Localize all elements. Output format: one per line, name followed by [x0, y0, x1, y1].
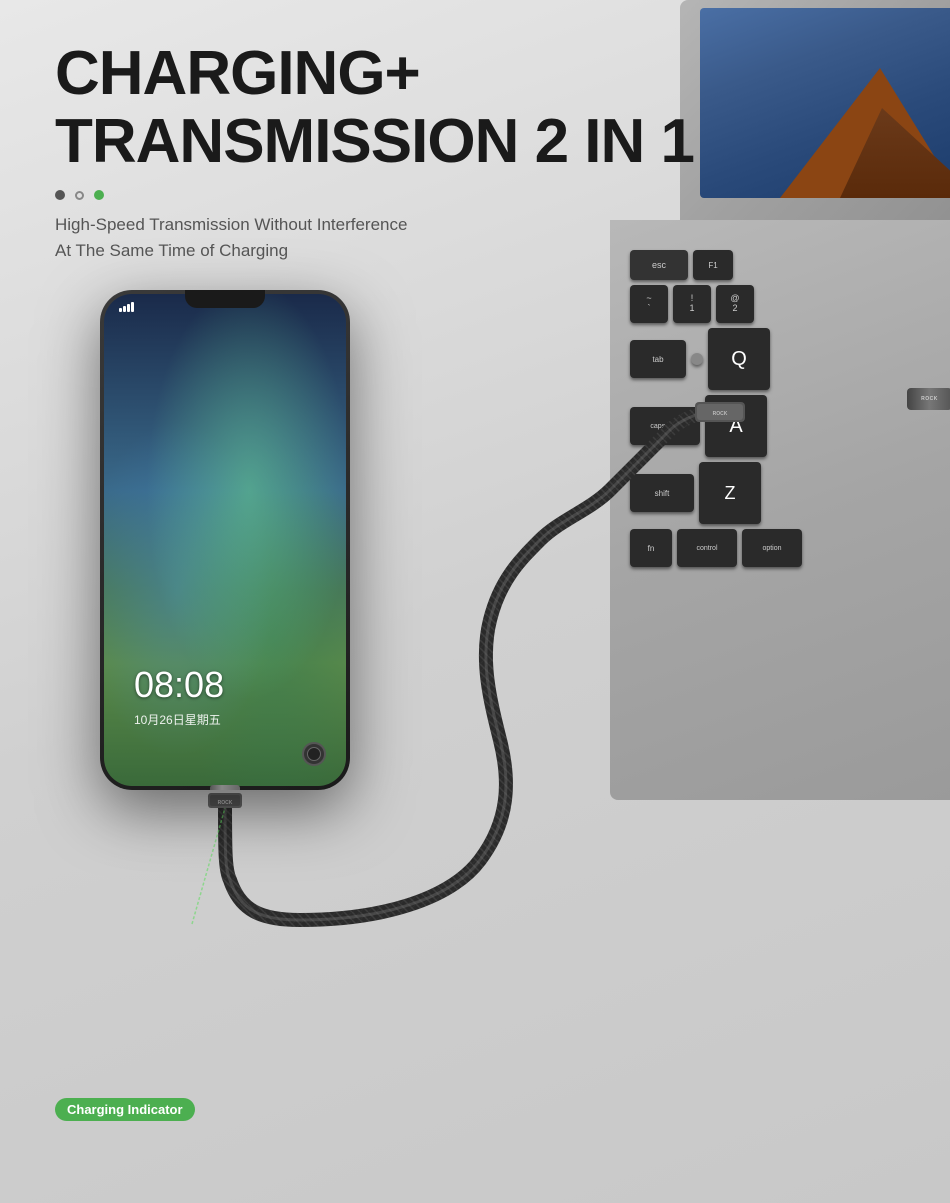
key-row-6: fn control option [630, 529, 950, 567]
laptop-keyboard-area: esc F1 ~` !1 @2 tab [610, 220, 950, 800]
page-container: CHARGING+ TRANSMISSION 2 IN 1 High-Speed… [0, 0, 950, 1203]
phone-camera-icon [302, 742, 326, 766]
title-line2: TRANSMISSION 2 IN 1 [55, 108, 694, 176]
key-q: Q [708, 328, 770, 390]
dot-2 [75, 191, 84, 200]
key-1: !1 [673, 285, 711, 323]
subtitle: High-Speed Transmission Without Interfer… [55, 212, 694, 263]
dot-3 [94, 190, 104, 200]
laptop-screen-inner [700, 8, 950, 198]
dots-row [55, 190, 694, 200]
key-control: control [677, 529, 737, 567]
signal-bar-2 [123, 306, 126, 312]
key-row-4: caps lock A [630, 395, 950, 457]
subtitle-line1: High-Speed Transmission Without Interfer… [55, 212, 694, 238]
phone-screen: 08:08 10月26日星期五 [104, 294, 346, 786]
dot-1 [55, 190, 65, 200]
phone-notch [185, 290, 265, 308]
key-dot [691, 353, 703, 365]
key-row-2: ~` !1 @2 [630, 285, 950, 323]
signal-bar-1 [119, 308, 122, 312]
charging-indicator: Charging Indicator [55, 1098, 195, 1121]
key-a: A [705, 395, 767, 457]
key-f1: F1 [693, 250, 733, 280]
key-z: Z [699, 462, 761, 524]
key-tab: tab [630, 340, 686, 378]
phone-signal-bars [119, 302, 134, 312]
phone-usb-connector: ROCK [210, 785, 240, 790]
phone-container: 08:08 10月26日星期五 ROCK [100, 290, 350, 790]
key-option: option [742, 529, 802, 567]
keyboard-keys: esc F1 ~` !1 @2 tab [630, 250, 950, 567]
key-2: @2 [716, 285, 754, 323]
key-fn: fn [630, 529, 672, 567]
connector-brand-label: ROCK [921, 396, 938, 402]
header-text-area: CHARGING+ TRANSMISSION 2 IN 1 High-Speed… [55, 40, 694, 263]
phone-body: 08:08 10月26日星期五 ROCK [100, 290, 350, 790]
key-row-3: tab Q [630, 328, 950, 390]
signal-bar-3 [127, 304, 130, 312]
main-title: CHARGING+ TRANSMISSION 2 IN 1 [55, 40, 694, 176]
signal-bar-4 [131, 302, 134, 312]
laptop-usb-connector: ROCK [907, 388, 950, 410]
key-caps-lock: caps lock [630, 407, 700, 445]
phone-date: 10月26日星期五 [134, 711, 221, 728]
phone-time: 08:08 [134, 664, 224, 706]
subtitle-line2: At The Same Time of Charging [55, 238, 694, 264]
screen-mountain [700, 58, 950, 198]
key-row-5: shift Z [630, 462, 950, 524]
title-line1: CHARGING+ [55, 40, 694, 108]
svg-text:ROCK: ROCK [218, 800, 233, 806]
key-shift: shift [630, 474, 694, 512]
charging-indicator-badge: Charging Indicator [55, 1098, 195, 1121]
laptop-screen [680, 0, 950, 220]
key-tilde: ~` [630, 285, 668, 323]
